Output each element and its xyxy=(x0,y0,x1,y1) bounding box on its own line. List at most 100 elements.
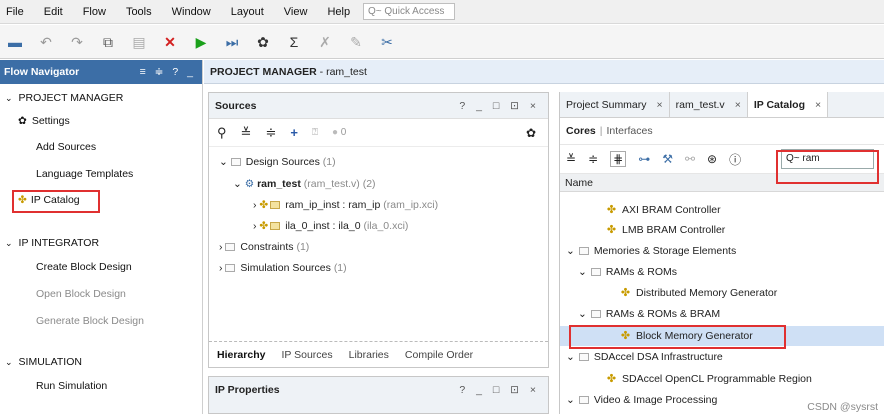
folder-icon xyxy=(225,243,236,251)
ip-row-axi-bram-controller[interactable]: ✤ AXI BRAM Controller xyxy=(606,200,721,220)
chip-icon[interactable]: ⊛ xyxy=(707,152,717,166)
menu-flow[interactable]: Flow xyxy=(83,6,106,18)
chevron-right-icon: › xyxy=(253,220,257,232)
ip-row-distributed-memory-generator[interactable]: ✤ Distributed Memory Generator xyxy=(620,283,777,303)
ip-row-memories-storage[interactable]: ⌄ Memories & Storage Elements xyxy=(566,241,736,261)
main-toolbar: ▬ ↶ ↷ ⧉ ▤ ✕ ▶ ⏭ ✿ Σ ✗ ✎ ✂ xyxy=(0,25,884,59)
sum-icon[interactable]: Σ xyxy=(287,35,301,49)
paste-icon[interactable]: ▤ xyxy=(132,35,146,49)
ip-properties-title: IP Properties xyxy=(215,384,280,396)
folder-icon xyxy=(578,353,589,361)
nav-item-settings[interactable]: ✿ Settings xyxy=(18,115,70,127)
expand-all-icon[interactable]: ≑ xyxy=(265,125,276,141)
ip-file-icon xyxy=(270,201,281,209)
gear-icon[interactable]: ✿ xyxy=(526,126,536,140)
folder-icon xyxy=(578,247,589,255)
nav-item-run-simulation[interactable]: Run Simulation xyxy=(36,380,107,392)
redo-icon[interactable]: ↷ xyxy=(70,35,84,49)
pen-icon[interactable]: ✎ xyxy=(349,35,363,49)
sources-window-controls[interactable]: ? _ □ ⊡ × xyxy=(459,93,540,119)
ip-row-sdaccel-opencl[interactable]: ✤ SDAccel OpenCL Programmable Region xyxy=(606,369,812,389)
close-icon[interactable]: × xyxy=(735,99,741,111)
ip-icon: ✤ xyxy=(606,204,617,216)
quick-access-search[interactable]: Q~ Quick Access xyxy=(363,3,455,20)
chevron-right-icon: › xyxy=(219,262,223,274)
module-icon: ⚙ xyxy=(244,178,255,190)
open-project-icon[interactable]: ▬ xyxy=(8,35,22,49)
info-icon[interactable]: ⍰ xyxy=(312,127,318,138)
ip-properties-panel: IP Properties ? _ □ ⊡ × xyxy=(208,376,549,414)
folder-icon xyxy=(590,310,601,318)
flow-navigator-header: Flow Navigator ≡ ≑ ? _ xyxy=(0,60,202,84)
subtab-interfaces[interactable]: Interfaces xyxy=(607,125,653,137)
menu-edit[interactable]: Edit xyxy=(44,6,63,18)
tab-compile-order[interactable]: Compile Order xyxy=(405,349,473,361)
nav-item-add-sources[interactable]: Add Sources xyxy=(36,141,96,153)
status-dot-icon: ● 0 xyxy=(331,127,347,138)
tree-row-constraints[interactable]: › Constraints (1) xyxy=(219,241,309,253)
menu-layout[interactable]: Layout xyxy=(231,6,264,18)
ip-row-lmb-bram-controller[interactable]: ✤ LMB BRAM Controller xyxy=(606,220,725,240)
link-icon[interactable]: ⚯ xyxy=(685,152,695,166)
info-icon[interactable]: ⓘ xyxy=(729,151,741,168)
menu-help[interactable]: Help xyxy=(327,6,350,18)
menu-file[interactable]: File xyxy=(6,6,24,18)
ip-properties-window-controls[interactable]: ? _ □ ⊡ × xyxy=(459,377,540,403)
menu-window[interactable]: Window xyxy=(172,6,211,18)
tree-row-ram-test[interactable]: ⌄ ⚙ ram_test (ram_test.v) (2) xyxy=(233,178,376,190)
menu-view[interactable]: View xyxy=(284,6,308,18)
collapse-all-icon[interactable]: ≚ xyxy=(241,125,252,141)
tree-row-ram-ip-inst[interactable]: › ✤ ram_ip_inst : ram_ip (ram_ip.xci) xyxy=(253,199,438,211)
nav-section-project-manager[interactable]: ⌄ PROJECT MANAGER xyxy=(5,92,123,104)
nav-item-generate-block-design[interactable]: Generate Block Design xyxy=(36,315,144,327)
add-icon[interactable]: + xyxy=(290,125,298,140)
subtab-cores[interactable]: Cores xyxy=(566,125,596,137)
expand-all-icon[interactable]: ≑ xyxy=(588,152,598,166)
nav-item-create-block-design[interactable]: Create Block Design xyxy=(36,261,132,273)
chevron-down-icon: ⌄ xyxy=(566,394,575,406)
filter-icon[interactable]: ⋕ xyxy=(610,151,627,167)
tab-ip-sources[interactable]: IP Sources xyxy=(281,349,332,361)
tree-row-simulation-sources[interactable]: › Simulation Sources (1) xyxy=(219,262,347,274)
hierarchy-icon[interactable]: ⊶ xyxy=(638,152,650,166)
flow-navigator: Flow Navigator ≡ ≑ ? _ ⌄ PROJECT MANAGER … xyxy=(0,60,203,414)
run-icon[interactable]: ▶ xyxy=(194,35,208,49)
ip-row-video-image[interactable]: ⌄ Video & Image Processing xyxy=(566,390,717,410)
nav-section-ip-integrator[interactable]: ⌄ IP INTEGRATOR xyxy=(5,237,99,249)
ip-row-rams-roms[interactable]: ⌄ RAMs & ROMs xyxy=(578,262,677,282)
collapse-all-icon[interactable]: ≚ xyxy=(566,152,576,166)
tab-ram-test-v[interactable]: ram_test.v × xyxy=(670,92,748,117)
flow-navigator-controls[interactable]: ≡ ≑ ? _ xyxy=(140,60,196,84)
autoconnect-icon[interactable]: ✗ xyxy=(318,35,332,49)
tree-row-design-sources[interactable]: ⌄ Design Sources (1) xyxy=(219,156,336,168)
ip-row-sdaccel-dsa[interactable]: ⌄ SDAccel DSA Infrastructure xyxy=(566,347,723,367)
ip-row-rams-roms-bram[interactable]: ⌄ RAMs & ROMs & BRAM xyxy=(578,304,720,324)
ip-icon: ✤ xyxy=(259,220,269,232)
wrench-icon[interactable]: ⚒ xyxy=(662,152,673,166)
tab-ip-catalog[interactable]: IP Catalog × xyxy=(747,92,829,117)
chevron-down-icon: ⌄ xyxy=(578,266,587,278)
tab-hierarchy[interactable]: Hierarchy xyxy=(217,349,265,361)
nav-section-simulation[interactable]: ⌄ SIMULATION xyxy=(5,356,82,368)
editor-tabs: Project Summary × ram_test.v × IP Catalog × xyxy=(560,92,884,118)
menu-bar: File Edit Flow Tools Window Layout View … xyxy=(0,0,884,24)
copy-icon[interactable]: ⧉ xyxy=(101,35,115,49)
cut-icon[interactable]: ✂ xyxy=(380,35,394,49)
close-icon[interactable]: × xyxy=(657,99,663,111)
pm-header-bold: PROJECT MANAGER xyxy=(210,66,317,78)
pm-header-project: - ram_test xyxy=(316,66,367,78)
search-icon[interactable]: ⚲ xyxy=(217,125,227,141)
tab-libraries[interactable]: Libraries xyxy=(349,349,389,361)
nav-item-open-block-design[interactable]: Open Block Design xyxy=(36,288,126,300)
close-icon[interactable]: × xyxy=(815,99,821,111)
folder-icon xyxy=(230,158,241,166)
tree-row-ila-inst[interactable]: › ✤ ila_0_inst : ila_0 (ila_0.xci) xyxy=(253,220,408,232)
delete-icon[interactable]: ✕ xyxy=(163,35,177,49)
settings-icon[interactable]: ✿ xyxy=(256,35,270,49)
step-icon[interactable]: ⏭ xyxy=(225,35,239,49)
chevron-down-icon: ⌄ xyxy=(566,245,575,257)
undo-icon[interactable]: ↶ xyxy=(39,35,53,49)
menu-tools[interactable]: Tools xyxy=(126,6,152,18)
tab-project-summary[interactable]: Project Summary × xyxy=(560,92,670,117)
nav-item-language-templates[interactable]: Language Templates xyxy=(36,168,133,180)
